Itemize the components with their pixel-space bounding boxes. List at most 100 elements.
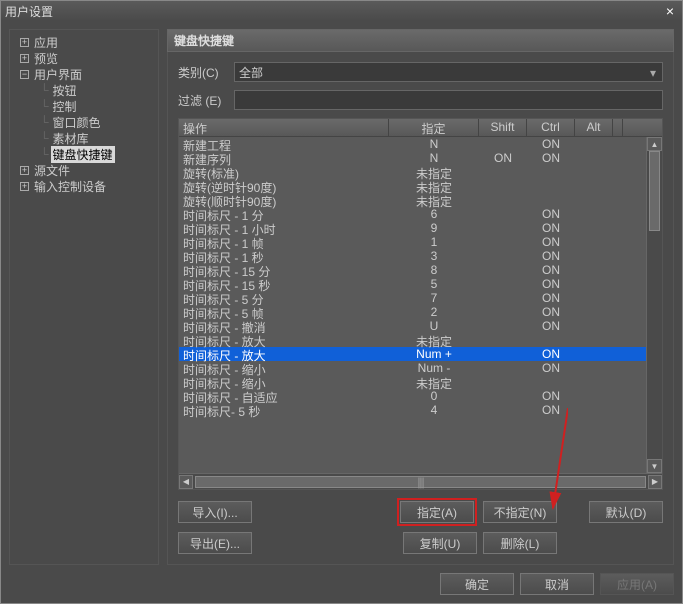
cell-alt <box>575 403 613 417</box>
cell-op: 时间标尺 - 放大 <box>179 333 389 347</box>
cell-ctrl: ON <box>527 137 575 151</box>
expand-icon[interactable]: + <box>20 166 29 175</box>
tree-item-button[interactable]: └按钮 <box>12 82 156 98</box>
cell-ctrl: ON <box>527 347 575 361</box>
table-row[interactable]: 时间标尺 - 5 帧2ON <box>179 305 662 319</box>
tree-item-source[interactable]: +源文件 <box>12 162 156 178</box>
table-row[interactable]: 时间标尺 - 1 帧1ON <box>179 235 662 249</box>
cell-shift <box>479 207 527 221</box>
table-row[interactable]: 时间标尺 - 15 秒5ON <box>179 277 662 291</box>
panel-title: 键盘快捷键 <box>167 29 674 52</box>
horizontal-scrollbar[interactable]: ◀ ||| ▶ <box>179 473 662 489</box>
cell-alt <box>575 151 613 165</box>
cell-assign: 未指定 <box>389 165 479 179</box>
col-operation[interactable]: 操作 <box>179 119 389 136</box>
grid-body[interactable]: 新建工程NON新建序列NONON旋转(标准)未指定旋转(逆时针90度)未指定旋转… <box>179 137 662 473</box>
cell-shift <box>479 165 527 179</box>
copy-button[interactable]: 复制(U) <box>403 532 477 554</box>
table-row[interactable]: 时间标尺 - 1 小时9ON <box>179 221 662 235</box>
table-row[interactable]: 时间标尺 - 15 分8ON <box>179 263 662 277</box>
table-row[interactable]: 时间标尺- 5 秒4ON <box>179 403 662 417</box>
cell-alt <box>575 179 613 193</box>
cell-alt <box>575 361 613 375</box>
table-row[interactable]: 新建工程NON <box>179 137 662 151</box>
col-alt[interactable]: Alt <box>575 119 613 136</box>
vertical-scrollbar[interactable]: ▲ ▼ <box>646 137 662 473</box>
cell-shift <box>479 235 527 249</box>
cell-op: 新建工程 <box>179 137 389 151</box>
cell-assign: 未指定 <box>389 193 479 207</box>
cell-ctrl: ON <box>527 151 575 165</box>
cell-ctrl <box>527 333 575 347</box>
delete-button[interactable]: 删除(L) <box>483 532 557 554</box>
import-button[interactable]: 导入(I)... <box>178 501 252 523</box>
tree-item-preview[interactable]: +预览 <box>12 50 156 66</box>
col-assign[interactable]: 指定 <box>389 119 479 136</box>
table-row[interactable]: 时间标尺 - 放大Num +ON <box>179 347 662 361</box>
cell-shift <box>479 319 527 333</box>
default-button[interactable]: 默认(D) <box>589 501 663 523</box>
unassign-button[interactable]: 不指定(N) <box>483 501 557 523</box>
table-row[interactable]: 时间标尺 - 撤消UON <box>179 319 662 333</box>
cell-assign: 3 <box>389 249 479 263</box>
table-row[interactable]: 时间标尺 - 自适应0ON <box>179 389 662 403</box>
cell-ctrl: ON <box>527 305 575 319</box>
col-ctrl[interactable]: Ctrl <box>527 119 575 136</box>
cancel-button[interactable]: 取消 <box>520 573 594 595</box>
tree-item-ui[interactable]: −用户界面 <box>12 66 156 82</box>
collapse-icon[interactable]: − <box>20 70 29 79</box>
cell-shift <box>479 277 527 291</box>
settings-tree[interactable]: +应用 +预览 −用户界面 └按钮 └控制 └窗口颜色 └素材库 └键盘快捷键 … <box>9 29 159 565</box>
cell-op: 时间标尺 - 缩小 <box>179 375 389 389</box>
cell-op: 时间标尺 - 1 帧 <box>179 235 389 249</box>
table-row[interactable]: 时间标尺 - 5 分7ON <box>179 291 662 305</box>
table-row[interactable]: 旋转(顺时针90度)未指定 <box>179 193 662 207</box>
cell-alt <box>575 221 613 235</box>
export-button[interactable]: 导出(E)... <box>178 532 252 554</box>
cell-alt <box>575 249 613 263</box>
cell-assign: 6 <box>389 207 479 221</box>
cell-alt <box>575 193 613 207</box>
tree-item-bin[interactable]: └素材库 <box>12 130 156 146</box>
scroll-down-icon[interactable]: ▼ <box>647 459 662 473</box>
cell-assign: 0 <box>389 389 479 403</box>
assign-button[interactable]: 指定(A) <box>400 501 474 523</box>
cell-shift <box>479 221 527 235</box>
table-row[interactable]: 旋转(逆时针90度)未指定 <box>179 179 662 193</box>
table-row[interactable]: 新建序列NONON <box>179 151 662 165</box>
apply-button[interactable]: 应用(A) <box>600 573 674 595</box>
tree-item-control[interactable]: └控制 <box>12 98 156 114</box>
cell-assign: 9 <box>389 221 479 235</box>
category-combo[interactable]: 全部 ▾ <box>234 62 663 82</box>
close-icon[interactable]: × <box>662 3 678 19</box>
scroll-right-icon[interactable]: ▶ <box>648 475 662 489</box>
table-row[interactable]: 时间标尺 - 1 秒3ON <box>179 249 662 263</box>
scroll-up-icon[interactable]: ▲ <box>647 137 662 151</box>
cell-assign: 1 <box>389 235 479 249</box>
cell-op: 新建序列 <box>179 151 389 165</box>
cell-alt <box>575 207 613 221</box>
tree-item-app[interactable]: +应用 <box>12 34 156 50</box>
expand-icon[interactable]: + <box>20 38 29 47</box>
expand-icon[interactable]: + <box>20 54 29 63</box>
table-row[interactable]: 旋转(标准)未指定 <box>179 165 662 179</box>
ok-button[interactable]: 确定 <box>440 573 514 595</box>
scroll-thumb[interactable] <box>649 151 660 231</box>
filter-input[interactable] <box>234 90 663 110</box>
hscroll-thumb[interactable]: ||| <box>195 476 646 488</box>
tree-item-keyboard-shortcut[interactable]: └键盘快捷键 <box>12 146 156 162</box>
cell-shift <box>479 305 527 319</box>
cell-ctrl: ON <box>527 389 575 403</box>
expand-icon[interactable]: + <box>20 182 29 191</box>
cell-alt <box>575 375 613 389</box>
table-row[interactable]: 时间标尺 - 缩小Num -ON <box>179 361 662 375</box>
table-row[interactable]: 时间标尺 - 放大未指定 <box>179 333 662 347</box>
table-row[interactable]: 时间标尺 - 1 分6ON <box>179 207 662 221</box>
cell-op: 时间标尺- 5 秒 <box>179 403 389 417</box>
tree-item-input-device[interactable]: +输入控制设备 <box>12 178 156 194</box>
category-value: 全部 <box>239 64 263 81</box>
scroll-left-icon[interactable]: ◀ <box>179 475 193 489</box>
tree-item-window-color[interactable]: └窗口颜色 <box>12 114 156 130</box>
col-shift[interactable]: Shift <box>479 119 527 136</box>
table-row[interactable]: 时间标尺 - 缩小未指定 <box>179 375 662 389</box>
